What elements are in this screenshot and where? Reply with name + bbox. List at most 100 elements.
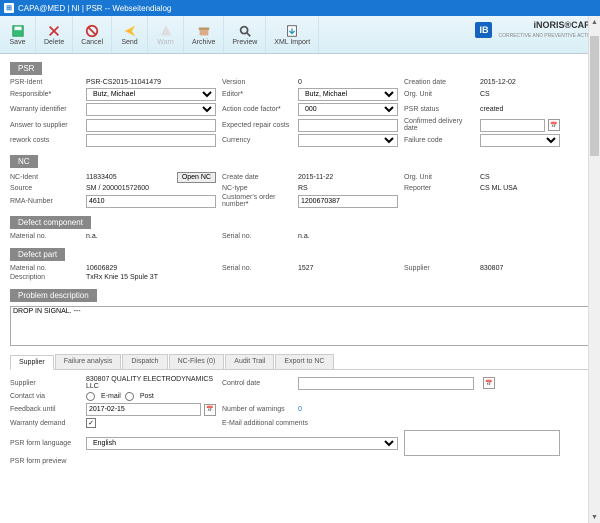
version-label: Version (222, 79, 292, 86)
add-comments-input[interactable] (404, 430, 560, 456)
responsible-select[interactable]: Butz, Michael (86, 88, 216, 101)
nc-orgunit-value: CS (480, 174, 560, 181)
send-button[interactable]: Send (112, 16, 148, 53)
nc-orgunit-label: Org. Unit (404, 174, 474, 181)
dp-serial-value: 1527 (298, 265, 398, 272)
orgunit-value: CS (480, 91, 560, 98)
open-nc-button[interactable]: Open NC (177, 172, 216, 183)
dp-material-value: 10606829 (86, 265, 216, 272)
post-radio[interactable] (125, 392, 134, 401)
create-date-value: 2015-11-22 (298, 174, 398, 181)
brand-text: iNORIS®CAPA CORRECTIVE AND PREVENTIVE AC… (498, 20, 596, 39)
psr-grid: PSR-Ident PSR-CS2015-11041479 Version 0 … (10, 79, 590, 147)
brand-area: IB iNORIS®CAPA CORRECTIVE AND PREVENTIVE… (475, 20, 596, 39)
currency-select[interactable] (298, 134, 398, 147)
post-radio-label: Post (140, 393, 154, 400)
custorder-input[interactable] (298, 195, 398, 208)
warranty-select[interactable] (86, 103, 216, 116)
dc-serial-label: Serial no. (222, 233, 292, 240)
repair-costs-label: Expected repair costs (222, 122, 292, 129)
dp-material-label: Material no. (10, 265, 80, 272)
psr-status-value: created (480, 106, 560, 113)
nc-type-value: RS (298, 185, 398, 192)
answer-supplier-input[interactable] (86, 119, 216, 132)
psr-status-label: PSR status (404, 106, 474, 113)
rework-costs-input[interactable] (86, 134, 216, 147)
problem-desc-header: Problem description (10, 289, 97, 302)
defect-part-header: Defect part (10, 248, 65, 261)
tab-nc-files[interactable]: NC-Files (0) (169, 354, 225, 369)
warranty-demand-label: Warranty demand (10, 420, 80, 427)
psr-lang-select[interactable]: English (86, 437, 398, 450)
warn-icon (159, 24, 173, 38)
tab-supplier[interactable]: Supplier (10, 355, 54, 370)
defect-component-header: Defect component (10, 216, 91, 229)
responsible-label: Responsible (10, 91, 80, 98)
xml-import-button[interactable]: XML Import (266, 16, 319, 53)
tab-bar: Supplier Failure analysis Dispatch NC-Fi… (10, 354, 590, 370)
confirmed-date-input[interactable] (480, 119, 545, 132)
feedback-until-input[interactable] (86, 403, 201, 416)
preview-button[interactable]: Preview (224, 16, 266, 53)
custorder-label: Customer's order number (222, 194, 292, 208)
xml-import-icon (285, 24, 299, 38)
creation-date-label: Creation date (404, 79, 474, 86)
email-radio-label: E-mail (101, 393, 121, 400)
content-area: PSR PSR-Ident PSR-CS2015-11041479 Versio… (0, 54, 600, 523)
cancel-button[interactable]: Cancel (73, 16, 112, 53)
tab-dispatch[interactable]: Dispatch (122, 354, 167, 369)
dp-supplier-label: Supplier (404, 265, 474, 272)
warranty-label: Warranty identifier (10, 106, 80, 113)
nc-grid: NC-Ident 11833405Open NC Create date 201… (10, 172, 590, 208)
save-button[interactable]: Save (0, 16, 36, 53)
dp-desc-value: TxRx Knie 15 Spule 3T (86, 274, 216, 281)
preview-icon (238, 24, 252, 38)
problem-desc-textarea[interactable]: DROP IN SIGNAL. --- (10, 306, 590, 346)
app-icon: ⊞ (4, 3, 14, 13)
archive-button[interactable]: Archive (184, 16, 224, 53)
email-radio[interactable] (86, 392, 95, 401)
control-date-label: Control date (222, 380, 292, 387)
tab-audit-trail[interactable]: Audit Trail (225, 354, 274, 369)
nc-section-header: NC (10, 155, 38, 168)
dp-serial-label: Serial no. (222, 265, 292, 272)
send-icon (123, 24, 137, 38)
dc-material-value: n.a. (86, 233, 216, 240)
tab-export-nc[interactable]: Export to NC (275, 354, 333, 369)
rma-label: RMA-Number (10, 198, 80, 205)
calendar-icon[interactable]: 📅 (548, 119, 560, 131)
warnings-value[interactable]: 0 (298, 406, 398, 413)
main-toolbar: Save Delete Cancel Send Warn Archive Pre… (0, 16, 600, 54)
reporter-value: CS ML USA (480, 185, 560, 192)
feedback-until-label: Feedback until (10, 406, 80, 413)
currency-label: Currency (222, 137, 292, 144)
rma-input[interactable] (86, 195, 216, 208)
sp-supplier-label: Supplier (10, 380, 80, 387)
editor-select[interactable]: Butz, Michael (298, 88, 398, 101)
delete-button[interactable]: Delete (36, 16, 73, 53)
actioncode-select[interactable]: 000 (298, 103, 398, 116)
dp-desc-label: Description (10, 274, 80, 281)
vertical-scrollbar[interactable]: ▲ ▼ (588, 16, 600, 523)
tab-failure-analysis[interactable]: Failure analysis (55, 354, 122, 369)
editor-label: Editor (222, 91, 292, 98)
calendar-icon[interactable]: 📅 (483, 377, 495, 389)
nc-ident-label: NC-Ident (10, 174, 80, 181)
supplier-tab-pane: Supplier 830807 QUALITY ELECTRODYNAMICS … (10, 370, 590, 475)
answer-supplier-label: Answer to supplier (10, 122, 80, 129)
creation-date-value: 2015-12-02 (480, 79, 560, 86)
repair-costs-input[interactable] (298, 119, 398, 132)
sp-supplier-value: 830807 QUALITY ELECTRODYNAMICS LLC (86, 376, 216, 390)
failure-code-select[interactable] (480, 134, 560, 147)
actioncode-label: Action code factor (222, 106, 292, 113)
dc-material-label: Material no. (10, 233, 80, 240)
scroll-thumb[interactable] (590, 36, 599, 156)
scroll-down-arrow[interactable]: ▼ (589, 511, 600, 523)
cancel-icon (85, 24, 99, 38)
warranty-demand-checkbox[interactable]: ✓ (86, 418, 96, 428)
dc-serial-value: n.a. (298, 233, 398, 240)
control-date-input[interactable] (298, 377, 474, 390)
calendar-icon[interactable]: 📅 (204, 404, 216, 416)
scroll-up-arrow[interactable]: ▲ (589, 16, 600, 28)
orgunit-label: Org. Unit (404, 91, 474, 98)
